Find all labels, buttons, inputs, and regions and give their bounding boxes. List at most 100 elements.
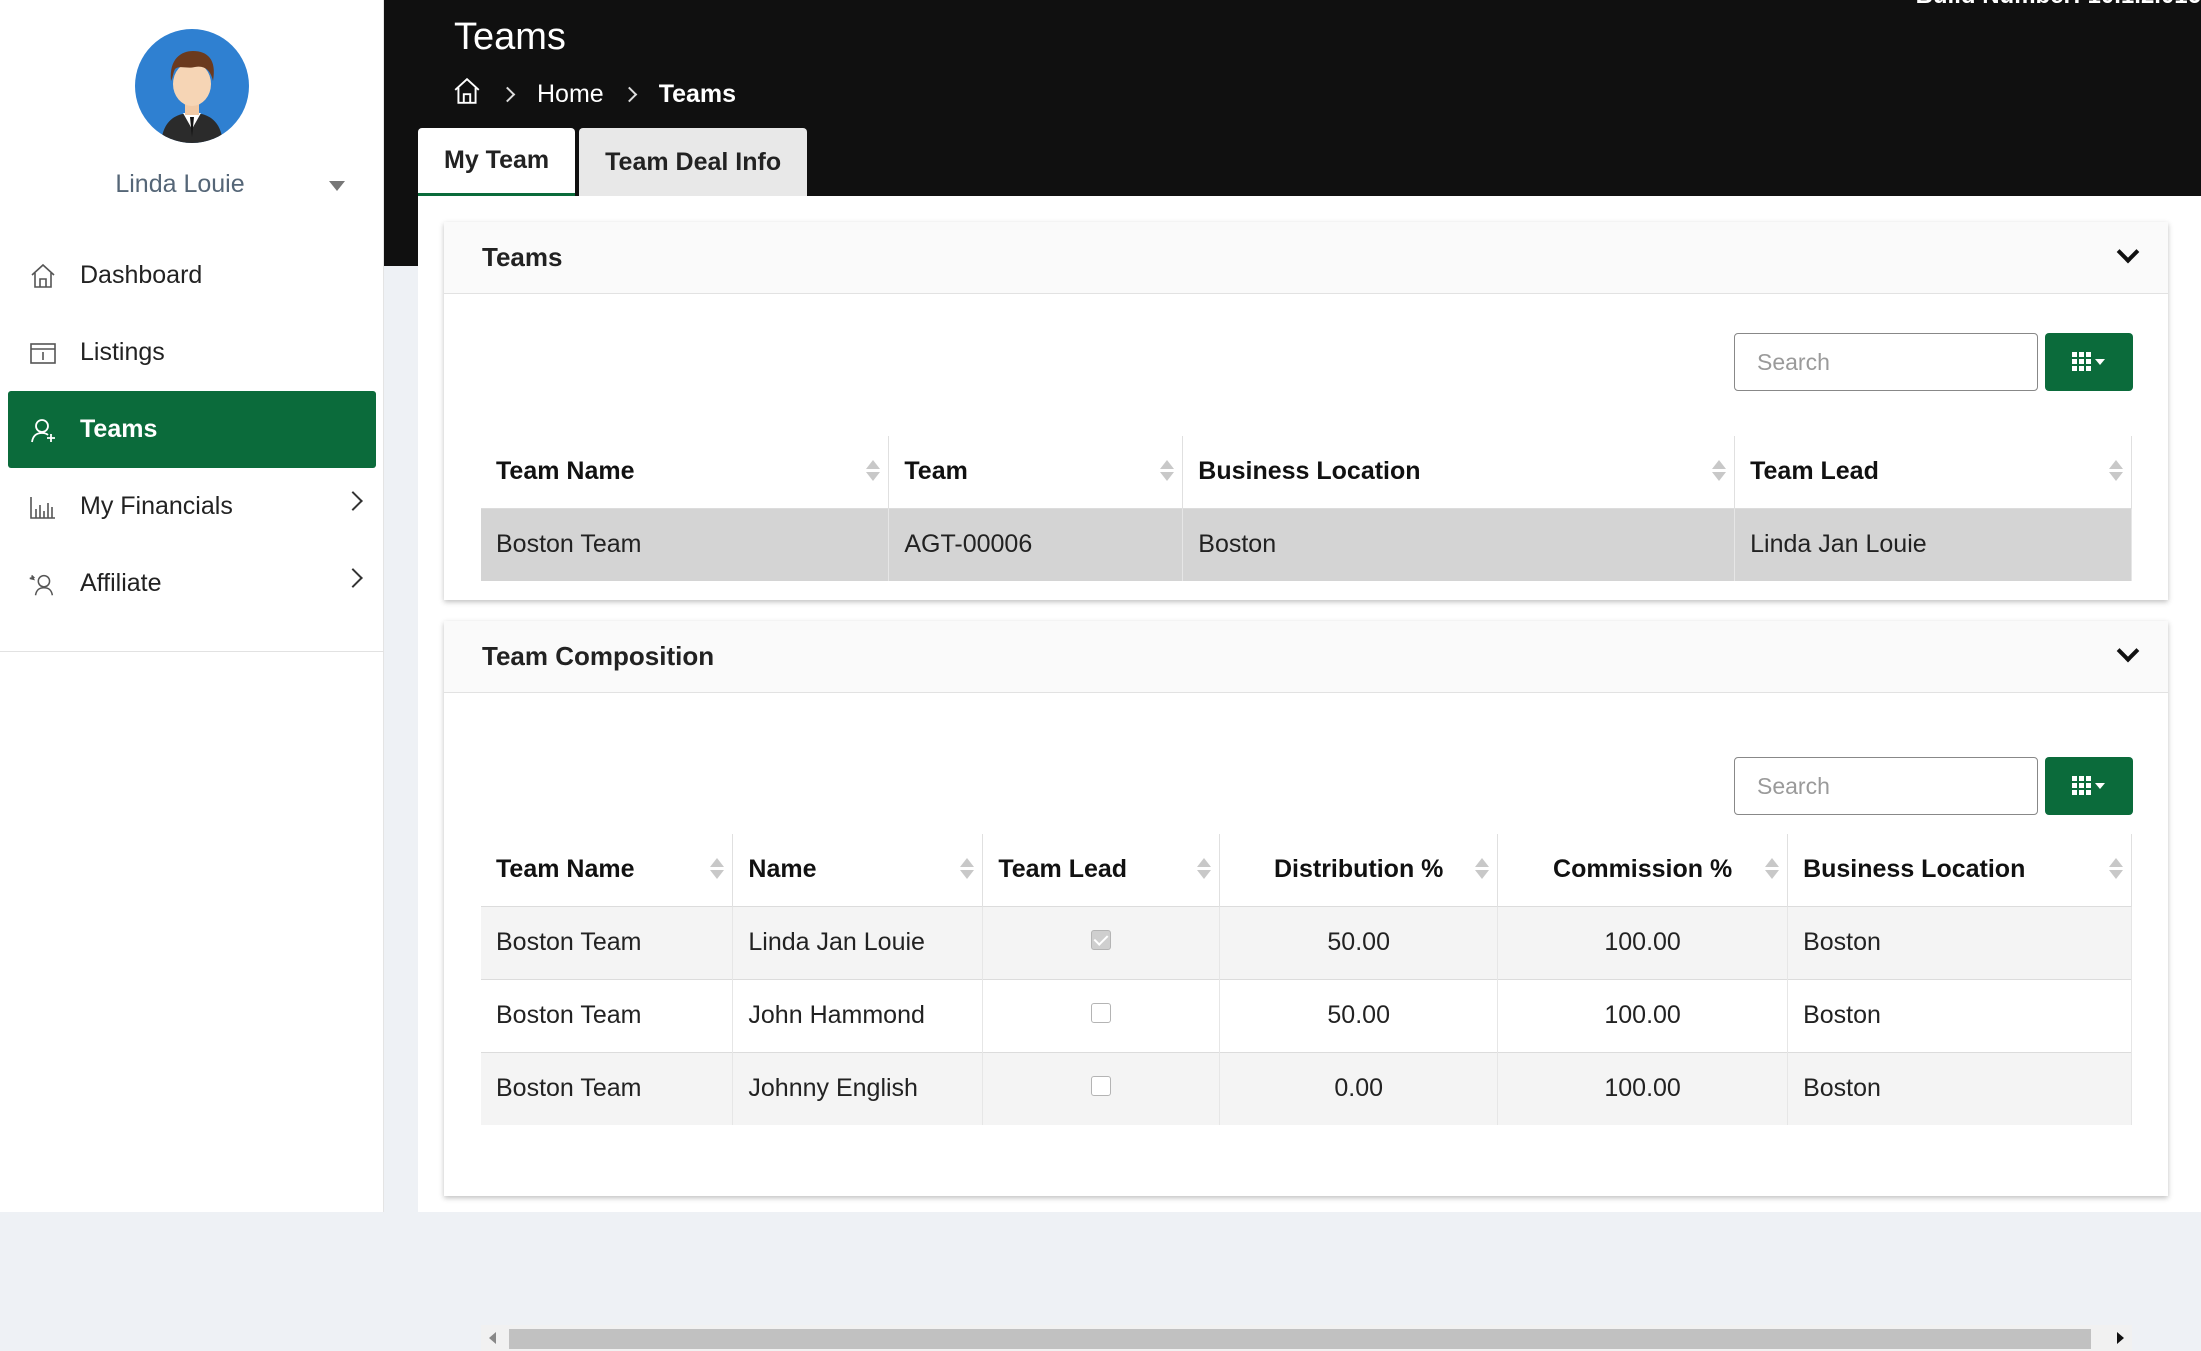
home-icon — [28, 261, 58, 291]
team-lead-checkbox — [1091, 1003, 1112, 1023]
table-row[interactable]: Boston Team John Hammond 50.00 100.00 Bo… — [481, 978, 2132, 1052]
user-profile: Linda Louie — [0, 0, 383, 212]
column-header-team-name[interactable]: Team Name — [481, 436, 890, 508]
tab-my-team[interactable]: My Team — [418, 128, 576, 196]
user-menu-caret-icon[interactable] — [329, 181, 345, 191]
column-header-commission[interactable]: Commission % — [1497, 834, 1789, 906]
avatar[interactable] — [135, 29, 249, 143]
chevron-down-icon[interactable] — [2116, 240, 2140, 264]
tab-team-deal-info[interactable]: Team Deal Info — [579, 128, 808, 196]
sort-icon — [1197, 858, 1212, 879]
cell-name: John Hammond — [732, 978, 984, 1052]
sidebar-nav: Dashboard Listings Teams My Financials A… — [0, 237, 384, 622]
team-composition-table: Team Name Name Team Lead Distribution % … — [481, 834, 2132, 1125]
chevron-right-icon — [343, 568, 363, 588]
page-title: Teams — [454, 16, 566, 58]
chevron-down-icon[interactable] — [2116, 639, 2140, 663]
sort-icon — [866, 460, 881, 481]
cell-commission: 100.00 — [1497, 905, 1789, 979]
grid-icon — [2072, 352, 2105, 371]
column-chooser-button[interactable] — [2045, 757, 2133, 815]
cell-team-name: Boston Team — [481, 905, 734, 979]
card-header[interactable]: Team Composition — [444, 621, 2168, 693]
cell-team: AGT-00006 — [888, 507, 1184, 581]
table-row[interactable]: Boston Team Linda Jan Louie 50.00 100.00… — [481, 905, 2132, 979]
sort-icon — [1160, 460, 1175, 481]
column-header-team[interactable]: Team — [888, 436, 1184, 508]
sort-icon — [1475, 858, 1490, 879]
sort-icon — [960, 858, 975, 879]
cell-team-name: Boston Team — [481, 1051, 734, 1125]
breadcrumb-current: Teams — [658, 80, 737, 108]
user-name[interactable]: Linda Louie — [0, 170, 360, 199]
team-lead-checkbox — [1091, 930, 1112, 950]
sidebar-item-affiliate[interactable]: Affiliate — [0, 545, 384, 622]
cell-commission: 100.00 — [1497, 1051, 1789, 1125]
sidebar-item-label: Listings — [80, 338, 165, 366]
cell-team-name: Boston Team — [481, 978, 734, 1052]
column-label: Commission % — [1553, 855, 1733, 884]
cell-commission: 100.00 — [1497, 978, 1789, 1052]
column-chooser-button[interactable] — [2045, 333, 2133, 391]
sort-icon — [1712, 460, 1727, 481]
sidebar-item-label: Teams — [80, 415, 158, 443]
cell-business-location: Boston — [1787, 978, 2132, 1052]
column-header-team-lead[interactable]: Team Lead — [982, 834, 1221, 906]
sidebar: Linda Louie Dashboard Listings Teams My … — [0, 0, 384, 1212]
table-row[interactable]: Boston Team Johnny English 0.00 100.00 B… — [481, 1051, 2132, 1125]
search-input[interactable] — [1734, 333, 2038, 391]
cell-distribution: 0.00 — [1219, 1051, 1499, 1125]
team-composition-card: Team Composition Team Name Name Team Lea… — [444, 621, 2168, 1351]
cell-name: Johnny English — [732, 1051, 984, 1125]
breadcrumb-home-link[interactable]: Home — [537, 80, 604, 109]
cell-team-lead — [982, 1051, 1221, 1125]
cell-business-location: Boston — [1787, 905, 2132, 979]
horizontal-scrollbar[interactable] — [481, 1325, 2132, 1351]
cell-distribution: 50.00 — [1219, 905, 1499, 979]
teams-card: Teams Team Name Team Business Location T… — [444, 222, 2168, 600]
column-header-business-location[interactable]: Business Location — [1182, 436, 1736, 508]
card-header[interactable]: Teams — [444, 222, 2168, 294]
column-label: Team Lead — [998, 855, 1128, 884]
scroll-right-icon[interactable] — [2117, 1332, 2124, 1344]
affiliate-icon — [28, 569, 58, 599]
search-input[interactable] — [1734, 757, 2038, 815]
home-icon[interactable] — [452, 76, 482, 113]
column-header-distribution[interactable]: Distribution % — [1219, 834, 1499, 906]
table-header-row: Team Name Team Business Location Team Le… — [481, 436, 2132, 508]
column-header-team-lead[interactable]: Team Lead — [1734, 436, 2132, 508]
table-header-row: Team Name Name Team Lead Distribution % … — [481, 834, 2132, 906]
table-row[interactable]: Boston Team AGT-00006 Boston Linda Jan L… — [481, 507, 2132, 581]
cell-distribution: 50.00 — [1219, 978, 1499, 1052]
scrollbar-thumb[interactable] — [509, 1329, 2091, 1349]
scroll-left-icon[interactable] — [489, 1332, 496, 1344]
tab-bar: My Team Team Deal Info — [418, 128, 811, 196]
sort-icon — [2109, 858, 2123, 879]
teams-table: Team Name Team Business Location Team Le… — [481, 436, 2132, 581]
sidebar-item-label: Dashboard — [80, 261, 203, 289]
listings-icon — [28, 338, 58, 368]
column-label: Business Location — [1198, 457, 1421, 486]
cell-business-location: Boston — [1182, 507, 1736, 581]
sidebar-item-label: My Financials — [80, 492, 233, 520]
column-header-team-name[interactable]: Team Name — [481, 834, 734, 906]
sort-icon — [2109, 460, 2123, 481]
column-label: Team Lead — [1750, 457, 1879, 486]
sort-icon — [710, 858, 725, 879]
sidebar-item-listings[interactable]: Listings — [0, 314, 384, 391]
sidebar-item-dashboard[interactable]: Dashboard — [0, 237, 384, 314]
sidebar-item-teams[interactable]: Teams — [8, 391, 376, 468]
column-label: Name — [748, 855, 817, 884]
sidebar-divider — [0, 651, 384, 652]
chevron-right-icon — [343, 491, 363, 511]
column-header-business-location[interactable]: Business Location — [1787, 834, 2132, 906]
grid-icon — [2072, 776, 2105, 795]
breadcrumb: Home Teams — [452, 76, 736, 113]
sidebar-item-label: Affiliate — [80, 569, 162, 597]
team-lead-checkbox — [1091, 1076, 1112, 1097]
card-title: Teams — [482, 242, 563, 272]
breadcrumb-separator-icon — [499, 86, 516, 103]
column-header-name[interactable]: Name — [732, 834, 984, 906]
column-label: Team — [904, 457, 968, 486]
sidebar-item-my-financials[interactable]: My Financials — [0, 468, 384, 545]
